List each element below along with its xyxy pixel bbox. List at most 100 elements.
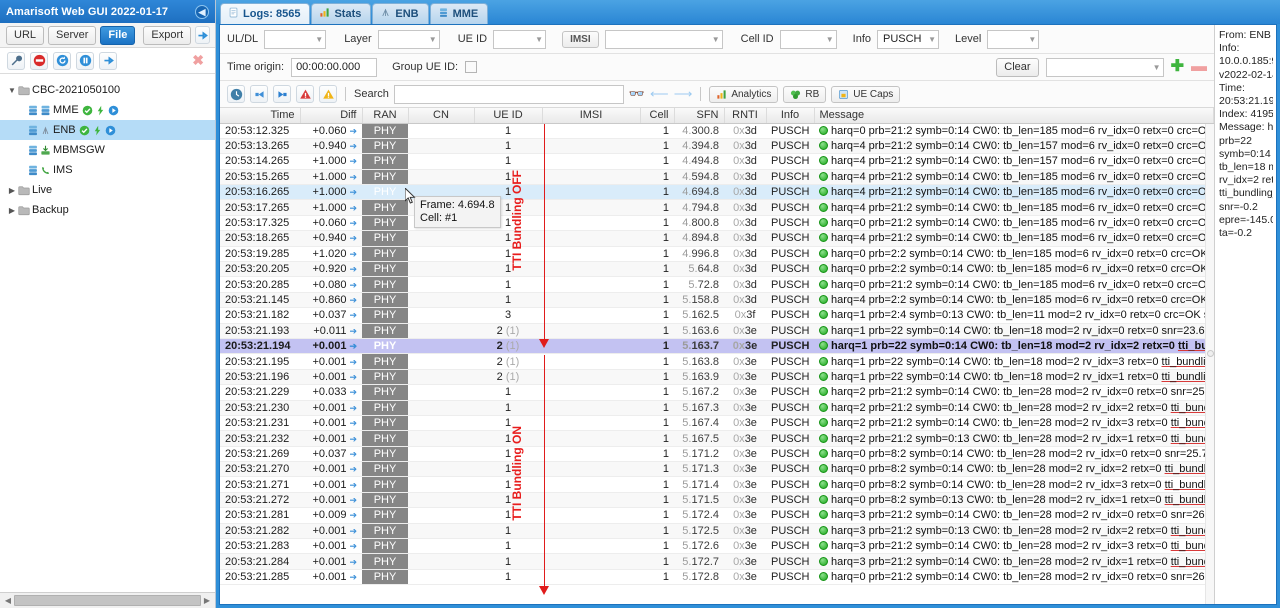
sidebar-horizontal-scrollbar[interactable]: ◀ ▶: [0, 592, 215, 608]
tab-enb[interactable]: ENB: [372, 3, 429, 24]
plug-connect-icon[interactable]: [99, 51, 117, 70]
scroll-knob[interactable]: [1207, 350, 1214, 357]
column-header-cn[interactable]: CN: [408, 108, 475, 124]
table-row[interactable]: 20:53:21.271 +0.001 ➔ PHY 1 1 5.171.4 0x3e PUSCH…: [220, 476, 1214, 493]
ue-caps-button[interactable]: UE Caps: [831, 85, 901, 103]
table-row[interactable]: 20:53:21.281 +0.009 ➔ PHY 1 1 5.172.4 0x3e PUSCH…: [220, 507, 1214, 524]
tree-expander-icon[interactable]: ▼: [6, 86, 18, 95]
refresh-icon[interactable]: [53, 51, 71, 70]
table-row[interactable]: 20:53:17.325 +0.060 ➔ PHY 1 1 4.800.8 0x3d PUSCH…: [220, 215, 1214, 232]
table-row[interactable]: 20:53:21.269 +0.037 ➔ PHY 1 1 5.171.2 0x3e PUSCH…: [220, 446, 1214, 463]
search-input[interactable]: [393, 84, 624, 104]
info-select[interactable]: PUSCH ▼: [877, 29, 939, 49]
plug-icon[interactable]: [195, 26, 211, 44]
table-row[interactable]: 20:53:21.284 +0.001 ➔ PHY 1 1 5.172.7 0x3e PUSCH…: [220, 553, 1214, 570]
table-row[interactable]: 20:53:16.265 +1.000 ➔ PHY 1 1 4.694.8 0x3d PUSCH…: [220, 184, 1214, 201]
export-button[interactable]: Export: [143, 25, 192, 45]
table-vertical-scrollbar[interactable]: [1205, 124, 1214, 604]
plus-icon[interactable]: ✚: [1171, 59, 1184, 75]
forward-arrow-icon[interactable]: [273, 85, 291, 103]
error-icon[interactable]: [296, 85, 314, 103]
binoculars-icon[interactable]: 👓: [629, 86, 645, 102]
tree-item-mme[interactable]: MME: [0, 100, 215, 120]
minus-icon[interactable]: ▬: [1191, 59, 1207, 75]
table-row[interactable]: 20:53:21.285 +0.001 ➔ PHY 1 1 5.172.8 0x3e PUSCH…: [220, 569, 1214, 586]
column-header-message[interactable]: Message: [814, 108, 1214, 124]
clock-icon[interactable]: [227, 85, 245, 103]
table-row[interactable]: 20:53:20.205 +0.920 ➔ PHY 1 1 5.64.8 0x3d PUSCH h…: [220, 261, 1214, 278]
tree-item-backup[interactable]: ▶ Backup: [0, 200, 215, 220]
tree-item-cbc-2021050100[interactable]: ▼ CBC-2021050100: [0, 80, 215, 100]
tree-expander-icon[interactable]: ▶: [6, 206, 18, 215]
tree-item-live[interactable]: ▶ Live: [0, 180, 215, 200]
table-row[interactable]: 20:53:12.325 +0.060 ➔ PHY 1 1 4.300.8 0x3d PUSCH…: [220, 123, 1214, 139]
table-row[interactable]: 20:53:21.195 +0.001 ➔ PHY 2 (1) 1 5.163.8 0x3e P…: [220, 353, 1214, 370]
table-row[interactable]: 20:53:15.265 +1.000 ➔ PHY 1 1 4.594.8 0x3d PUSCH…: [220, 169, 1214, 186]
column-header-diff[interactable]: Diff: [300, 108, 363, 124]
tab-logs-8565[interactable]: Logs: 8565: [220, 3, 311, 24]
table-row[interactable]: 20:53:21.229 +0.033 ➔ PHY 1 1 5.167.2 0x3e PUSCH…: [220, 384, 1214, 401]
analytics-button[interactable]: Analytics: [709, 85, 779, 103]
tree-item-mbmsgw[interactable]: MBMSGW: [0, 140, 215, 160]
table-row[interactable]: 20:53:21.182 +0.037 ➔ PHY 3 1 5.162.5 0x3f PUSCH…: [220, 307, 1214, 324]
imsi-select[interactable]: ▼: [604, 29, 723, 49]
column-header-ran[interactable]: RAN: [362, 108, 409, 124]
tab-mme[interactable]: MME: [429, 3, 489, 24]
column-header-cell[interactable]: Cell: [640, 108, 675, 124]
table-row[interactable]: 20:53:17.265 +1.000 ➔ PHY 1 1 4.794.8 0x3d PUSCH…: [220, 199, 1214, 216]
cell-sfn: 4.394.8: [674, 138, 724, 155]
tree-item-enb[interactable]: ENB: [0, 120, 215, 140]
column-header-info[interactable]: Info: [766, 108, 815, 124]
ueid-select[interactable]: ▼: [493, 29, 547, 49]
scroll-thumb[interactable]: [14, 595, 201, 606]
column-header-time[interactable]: Time: [220, 108, 301, 124]
table-row[interactable]: 20:53:18.265 +0.940 ➔ PHY 1 1 4.894.8 0x3d PUSCH…: [220, 230, 1214, 247]
table-row[interactable]: 20:53:21.230 +0.001 ➔ PHY 1 1 5.167.3 0x3e PUSCH…: [220, 400, 1214, 416]
table-row[interactable]: 20:53:21.193 +0.011 ➔ PHY 2 (1) 1 5.163.6 0x3e P…: [220, 323, 1214, 339]
table-row[interactable]: 20:53:21.272 +0.001 ➔ PHY 1 1 5.171.5 0x3e PUSCH…: [220, 492, 1214, 509]
level-select[interactable]: ▼: [987, 29, 1040, 49]
collapse-sidebar-icon[interactable]: ◀: [195, 4, 209, 19]
scroll-left-icon[interactable]: ◀: [2, 596, 14, 605]
uldl-select[interactable]: ▼: [264, 29, 327, 49]
tree-expander-icon[interactable]: ▶: [6, 186, 18, 195]
next-arrow-icon[interactable]: ⟶: [674, 86, 693, 102]
layer-select[interactable]: ▼: [377, 29, 440, 49]
table-row[interactable]: 20:53:14.265 +1.000 ➔ PHY 1 1 4.494.8 0x3d PUSCH…: [220, 153, 1214, 170]
file-button[interactable]: File: [100, 25, 136, 45]
column-header-imsi[interactable]: IMSI: [542, 108, 641, 124]
column-header-sfn[interactable]: SFN: [674, 108, 725, 124]
tab-stats[interactable]: Stats: [311, 3, 372, 24]
table-row[interactable]: 20:53:21.231 +0.001 ➔ PHY 1 1 5.167.4 0x3e PUSCH…: [220, 415, 1214, 432]
preset-select[interactable]: ▼: [1045, 57, 1164, 77]
table-row[interactable]: 20:53:21.145 +0.860 ➔ PHY 1 1 5.158.8 0x3d PUSCH…: [220, 292, 1214, 309]
scroll-right-icon[interactable]: ▶: [201, 596, 213, 605]
wrench-icon[interactable]: [7, 51, 25, 70]
time-origin-input[interactable]: [291, 57, 378, 77]
table-row[interactable]: 20:53:21.196 +0.001 ➔ PHY 2 (1) 1 5.163.9 0x3e P…: [220, 369, 1214, 386]
table-row[interactable]: 20:53:20.285 +0.080 ➔ PHY 1 1 5.72.8 0x3d PUSCH h…: [220, 276, 1214, 293]
table-row[interactable]: 20:53:21.194 +0.001 ➔ PHY 2 (1) 1 5.163.7 0x3e P…: [220, 338, 1214, 355]
group-ueid-checkbox[interactable]: [465, 61, 478, 73]
rb-button[interactable]: RB: [783, 85, 827, 103]
stop-icon[interactable]: [30, 51, 48, 70]
clear-button[interactable]: Clear: [996, 57, 1039, 77]
warning-icon[interactable]: [319, 85, 337, 103]
delete-icon[interactable]: ✖: [192, 52, 208, 69]
column-header-ue-id[interactable]: UE ID: [474, 108, 543, 124]
table-row[interactable]: 20:53:21.282 +0.001 ➔ PHY 1 1 5.172.5 0x3e PUSCH…: [220, 523, 1214, 540]
back-arrow-icon[interactable]: [250, 85, 268, 103]
imsi-button[interactable]: IMSI: [562, 30, 599, 48]
url-button[interactable]: URL: [6, 25, 45, 45]
table-row[interactable]: 20:53:21.283 +0.001 ➔ PHY 1 1 5.172.6 0x3e PUSCH…: [220, 538, 1214, 555]
cellid-select[interactable]: ▼: [779, 29, 837, 49]
pause-icon[interactable]: [76, 51, 94, 70]
tree-item-ims[interactable]: IMS: [0, 160, 215, 180]
server-button[interactable]: Server: [48, 25, 97, 45]
table-row[interactable]: 20:53:19.285 +1.020 ➔ PHY 1 1 4.996.8 0x3d PUSCH…: [220, 246, 1214, 263]
table-row[interactable]: 20:53:21.270 +0.001 ➔ PHY 1 1 5.171.3 0x3e PUSCH…: [220, 461, 1214, 478]
table-row[interactable]: 20:53:13.265 +0.940 ➔ PHY 1 1 4.394.8 0x3d PUSCH…: [220, 138, 1214, 155]
prev-arrow-icon[interactable]: ⟵: [650, 86, 669, 102]
table-row[interactable]: 20:53:21.232 +0.001 ➔ PHY 1 1 5.167.5 0x3e PUSCH…: [220, 430, 1214, 447]
column-header-rnti[interactable]: RNTI: [724, 108, 767, 124]
